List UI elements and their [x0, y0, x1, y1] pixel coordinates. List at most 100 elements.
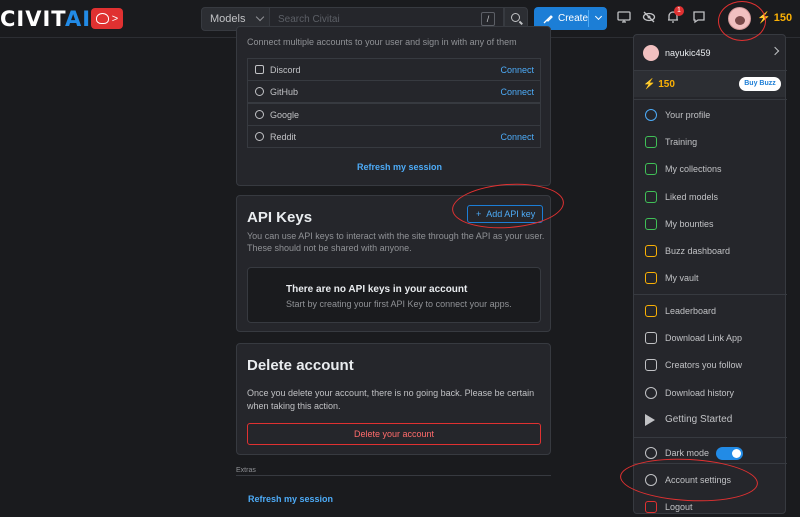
menu-item-label: Logout — [665, 502, 693, 512]
buzz-amount: 150 — [773, 12, 793, 24]
create-label: Create — [558, 13, 589, 24]
chevron-down-icon[interactable] — [594, 12, 603, 21]
connect-github-link[interactable]: Connect — [500, 87, 534, 97]
brush-icon — [543, 14, 553, 23]
delete-account-button[interactable]: Delete your account — [247, 423, 541, 445]
monitor-icon[interactable] — [616, 10, 632, 26]
search-icon — [511, 13, 520, 22]
menu-item-label: My collections — [665, 164, 722, 174]
menu-item-label: Buzz dashboard — [665, 246, 731, 256]
logo-ai-text: AI — [65, 7, 92, 31]
menu-item-buzz-dashboard[interactable]: Buzz dashboard — [634, 241, 787, 261]
menu-avatar — [643, 45, 659, 61]
chat-icon[interactable] — [691, 10, 707, 26]
toggle-knob — [732, 449, 741, 458]
extras-label: Extras — [236, 467, 256, 474]
account-row-reddit: Reddit Connect — [247, 125, 541, 148]
bolt-icon — [645, 245, 657, 257]
menu-item-label: Leaderboard — [665, 306, 717, 316]
connect-reddit-link[interactable]: Connect — [500, 132, 534, 142]
connected-accounts-description: Connect multiple accounts to your user a… — [247, 37, 517, 47]
menu-buzz-row: ⚡ 150 Buy Buzz — [634, 71, 785, 97]
delete-account-title: Delete account — [247, 357, 354, 374]
link-icon — [645, 332, 657, 344]
menu-item-label: Download history — [665, 388, 735, 398]
account-name: Reddit — [270, 132, 297, 142]
extras-refresh-session-link[interactable]: Refresh my session — [248, 494, 333, 504]
menu-item-label: My vault — [665, 273, 699, 283]
support-heart-button[interactable]: > — [91, 8, 123, 29]
search-placeholder: Search Civitai — [278, 14, 340, 25]
menu-item-label: Liked models — [665, 192, 719, 202]
bookmark-icon — [645, 163, 657, 175]
history-icon — [645, 387, 657, 399]
account-name: Discord — [270, 65, 301, 75]
menu-item-download-history[interactable]: Download history — [634, 383, 787, 403]
delete-account-description: Once you delete your account, there is n… — [247, 388, 535, 411]
extras-divider — [236, 475, 551, 476]
account-row-google: Google — [247, 103, 541, 126]
thumb-up-icon — [645, 191, 657, 203]
menu-separator — [634, 294, 787, 295]
search-type-label: Models — [210, 13, 246, 25]
menu-item-getting-started[interactable]: Getting Started — [634, 410, 787, 430]
menu-item-label: Getting Started — [665, 414, 733, 425]
play-icon — [645, 414, 655, 426]
civitai-logo[interactable]: CIVITAI — [0, 7, 91, 31]
logo-text: CIVIT — [0, 7, 65, 31]
eye-off-icon[interactable] — [641, 10, 657, 26]
heart-icon — [95, 13, 109, 24]
menu-buzz-amount: 150 — [658, 79, 675, 90]
palette-icon — [645, 447, 657, 459]
account-row-github: GitHub Connect — [247, 80, 541, 103]
dark-mode-toggle[interactable] — [716, 447, 743, 460]
api-keys-empty-state: There are no API keys in your account St… — [247, 267, 541, 323]
github-icon — [255, 87, 264, 96]
menu-item-training[interactable]: Training — [634, 132, 787, 152]
menu-item-label: Dark mode — [665, 448, 710, 458]
annotation-circle-avatar — [718, 1, 766, 41]
menu-item-label: Your profile — [665, 110, 711, 120]
menu-item-label: Creators you follow — [665, 360, 743, 370]
chevron-down-icon — [255, 12, 265, 22]
account-name: GitHub — [270, 87, 299, 97]
reddit-icon — [255, 132, 264, 141]
menu-item-label: My bounties — [665, 219, 714, 229]
menu-item-creators-you-follow[interactable]: Creators you follow — [634, 355, 787, 375]
menu-separator — [634, 437, 787, 438]
connected-accounts-card: Connect multiple accounts to your user a… — [236, 26, 551, 186]
menu-item-leaderboard[interactable]: Leaderboard — [634, 301, 787, 321]
menu-item-liked-models[interactable]: Liked models — [634, 187, 787, 207]
google-icon — [255, 110, 264, 119]
search-shortcut-hint: / — [481, 12, 495, 26]
user-menu-dropdown: nayukic459 ⚡ 150 Buy Buzz Your profile Tr… — [633, 34, 787, 514]
api-keys-description: You can use API keys to interact with th… — [247, 231, 545, 253]
menu-item-my-bounties[interactable]: My bounties — [634, 214, 787, 234]
chevron-right-icon: > — [111, 12, 119, 25]
menu-username[interactable]: nayukic459 — [665, 48, 711, 58]
account-name: Google — [270, 110, 300, 120]
menu-item-your-profile[interactable]: Your profile — [634, 105, 787, 125]
api-keys-title: API Keys — [247, 209, 313, 226]
empty-state-text: Start by creating your first API Key to … — [286, 299, 512, 309]
chevron-right-icon[interactable] — [770, 46, 780, 56]
connect-discord-link[interactable]: Connect — [500, 65, 534, 75]
cloud-lock-icon — [645, 272, 657, 284]
moneybag-icon — [645, 218, 657, 230]
playlist-add-icon — [645, 359, 657, 371]
barbell-icon — [645, 136, 657, 148]
refresh-session-link[interactable]: Refresh my session — [357, 162, 442, 172]
menu-separator — [634, 99, 787, 100]
user-icon — [645, 109, 657, 121]
menu-item-label: Download Link App — [665, 333, 743, 343]
delete-account-card: Delete account Once you delete your acco… — [236, 343, 551, 455]
logout-icon — [645, 501, 657, 513]
menu-buzz-balance: ⚡ 150 — [643, 79, 675, 90]
notification-badge: 1 — [674, 6, 684, 16]
menu-item-my-collections[interactable]: My collections — [634, 159, 787, 179]
discord-icon — [255, 65, 264, 74]
menu-item-download-link-app[interactable]: Download Link App — [634, 328, 787, 348]
empty-state-title: There are no API keys in your account — [286, 284, 468, 295]
menu-item-my-vault[interactable]: My vault — [634, 268, 787, 288]
buy-buzz-button[interactable]: Buy Buzz — [739, 77, 781, 91]
